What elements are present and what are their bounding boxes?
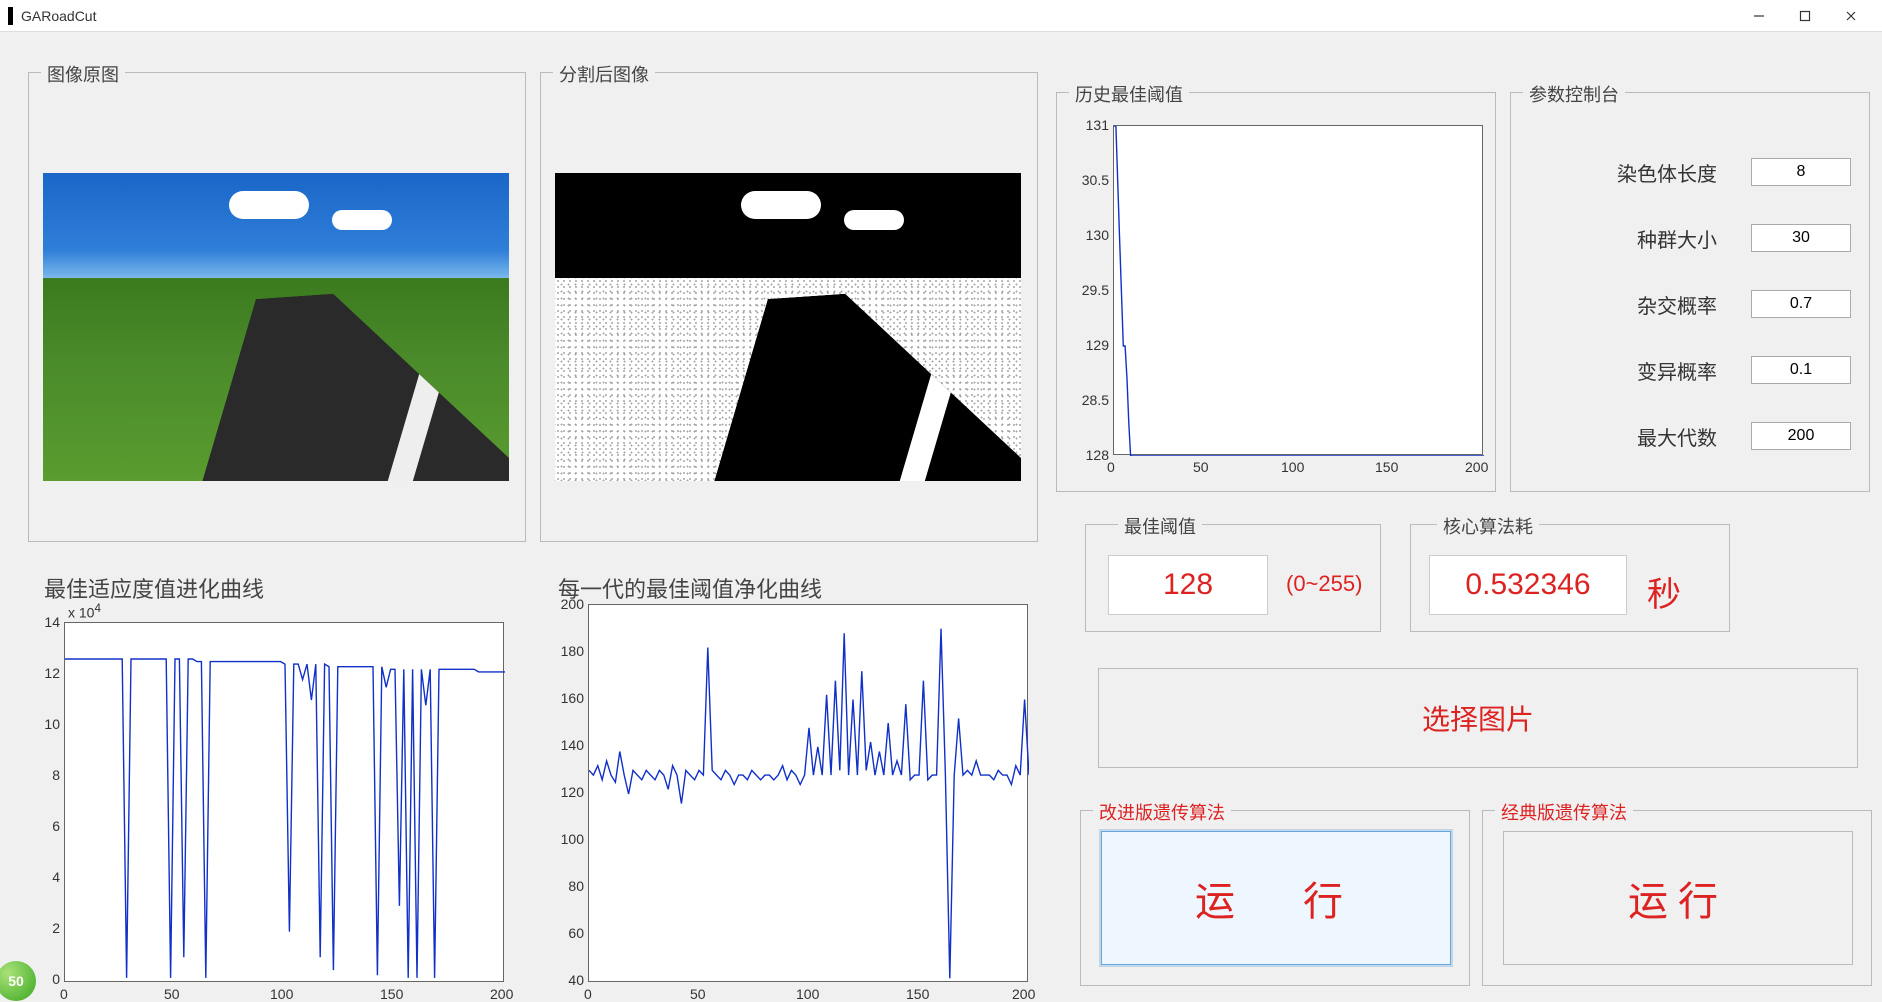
legend-classic: 经典版遗传算法 <box>1495 799 1633 825</box>
chart-history-threshold <box>1113 125 1483 455</box>
close-button[interactable] <box>1828 0 1874 32</box>
choose-image-button[interactable]: 选择图片 <box>1098 668 1858 768</box>
legend-original: 图像原图 <box>41 61 125 87</box>
panel-segmented-image: 分割后图像 <box>540 72 1038 542</box>
image-original <box>43 173 509 481</box>
legend-segmented: 分割后图像 <box>553 61 655 87</box>
legend-history: 历史最佳阈值 <box>1069 81 1189 107</box>
app-icon <box>8 7 13 25</box>
fitness-exponent: x 104 <box>68 602 101 621</box>
unit-seconds: 秒 <box>1647 567 1681 616</box>
panel-core-time: 核心算法耗 0.532346 秒 <box>1410 524 1730 632</box>
chart-fitness <box>64 622 504 982</box>
label-crossover: 杂交概率 <box>1637 290 1717 319</box>
window-title: GARoadCut <box>21 8 96 24</box>
legend-params: 参数控制台 <box>1523 81 1625 107</box>
titlebar: GARoadCut <box>0 0 1882 32</box>
panel-original-image: 图像原图 <box>28 72 526 542</box>
input-max-gen[interactable] <box>1751 422 1851 450</box>
input-chrom-len[interactable] <box>1751 158 1851 186</box>
panel-classic-ga: 经典版遗传算法 运行 <box>1482 810 1872 986</box>
value-best-threshold: 128 <box>1108 555 1268 615</box>
legend-best: 最佳阈值 <box>1118 513 1202 539</box>
input-mutation[interactable] <box>1751 356 1851 384</box>
run-improved-button[interactable]: 运 行 <box>1101 831 1451 965</box>
panel-history-threshold: 历史最佳阈值 131 30.5 130 29.5 129 28.5 128 0 … <box>1056 92 1496 492</box>
taskbar-badge: 50 <box>0 961 36 1001</box>
image-segmented <box>555 173 1021 481</box>
value-core-time: 0.532346 <box>1429 555 1627 615</box>
minimize-button[interactable] <box>1736 0 1782 32</box>
chart-genbest <box>588 604 1028 982</box>
maximize-button[interactable] <box>1782 0 1828 32</box>
panel-improved-ga: 改进版遗传算法 运 行 <box>1080 810 1470 986</box>
range-hint: (0~255) <box>1286 571 1362 597</box>
legend-genbest: 每一代的最佳阈值净化曲线 <box>554 572 826 604</box>
input-pop-size[interactable] <box>1751 224 1851 252</box>
label-chrom-len: 染色体长度 <box>1617 158 1717 187</box>
panel-param-console: 参数控制台 染色体长度 种群大小 杂交概率 变异概率 最大代数 <box>1510 92 1870 492</box>
run-classic-button[interactable]: 运行 <box>1503 831 1853 965</box>
label-pop-size: 种群大小 <box>1637 224 1717 253</box>
label-max-gen: 最大代数 <box>1637 422 1717 451</box>
input-crossover[interactable] <box>1751 290 1851 318</box>
legend-improved: 改进版遗传算法 <box>1093 799 1231 825</box>
legend-time: 核心算法耗 <box>1437 513 1539 539</box>
panel-best-threshold: 最佳阈值 128 (0~255) <box>1085 524 1381 632</box>
legend-fitness: 最佳适应度值进化曲线 <box>40 572 268 604</box>
label-mutation: 变异概率 <box>1637 356 1717 385</box>
